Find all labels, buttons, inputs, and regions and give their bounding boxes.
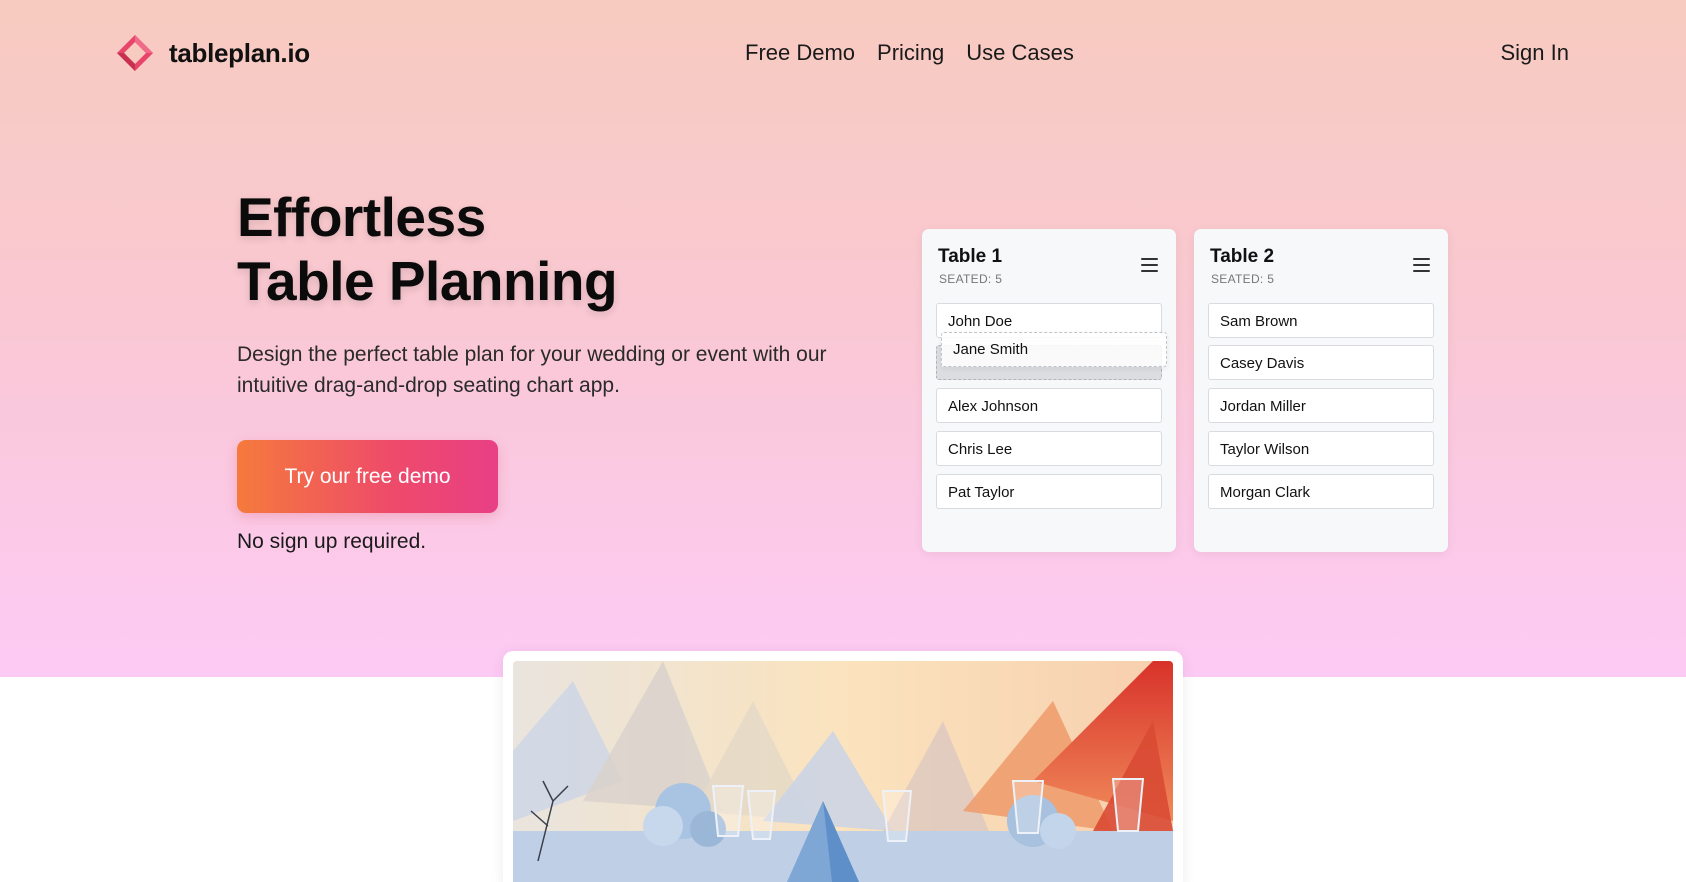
guest-item[interactable]: Sam Brown — [1208, 303, 1434, 338]
try-free-demo-button[interactable]: Try our free demo — [237, 440, 498, 513]
hamburger-menu-icon[interactable] — [1141, 258, 1158, 272]
guest-item[interactable]: Chris Lee — [936, 431, 1162, 466]
guest-item[interactable]: Jordan Miller — [1208, 388, 1434, 423]
hero-subtext: Design the perfect table plan for your w… — [237, 343, 827, 397]
brand-name: tableplan.io — [169, 37, 310, 68]
sign-in-link[interactable]: Sign In — [1501, 40, 1570, 66]
event-table-illustration — [513, 661, 1173, 882]
guest-item[interactable]: Alex Johnson — [936, 388, 1162, 423]
hero-headline: Effortless Table Planning — [237, 185, 618, 313]
hamburger-menu-icon[interactable] — [1413, 258, 1430, 272]
headline-line-1: Effortless — [237, 186, 486, 248]
table-card-1: Table 1 SEATED: 5 John Doe Jane Smith Al… — [922, 229, 1176, 552]
guest-item[interactable]: Morgan Clark — [1208, 474, 1434, 509]
cta-note: No sign up required. — [237, 530, 427, 553]
seated-count: SEATED: 5 — [1211, 272, 1275, 286]
table-title: Table 1 — [938, 246, 1003, 267]
top-nav: tableplan.io Free Demo Pricing Use Cases… — [0, 0, 1686, 106]
brand-logo[interactable]: tableplan.io — [115, 33, 310, 73]
guest-item[interactable]: Pat Taylor — [936, 474, 1162, 509]
nav-link-pricing[interactable]: Pricing — [877, 40, 944, 66]
seated-count: SEATED: 5 — [939, 272, 1003, 286]
nav-link-use-cases[interactable]: Use Cases — [966, 40, 1074, 66]
diamond-logo-icon — [115, 33, 155, 73]
table-card-2: Table 2 SEATED: 5 Sam Brown Casey Davis … — [1194, 229, 1448, 552]
preview-image-frame — [503, 651, 1183, 882]
nav-link-free-demo[interactable]: Free Demo — [745, 40, 855, 66]
table-title: Table 2 — [1210, 246, 1275, 267]
primary-nav: Free Demo Pricing Use Cases — [745, 40, 1096, 66]
guest-item[interactable]: Taylor Wilson — [1208, 431, 1434, 466]
headline-line-2: Table Planning — [237, 250, 618, 312]
dragging-guest-item[interactable]: Jane Smith — [941, 332, 1167, 367]
guest-item[interactable]: Casey Davis — [1208, 345, 1434, 380]
